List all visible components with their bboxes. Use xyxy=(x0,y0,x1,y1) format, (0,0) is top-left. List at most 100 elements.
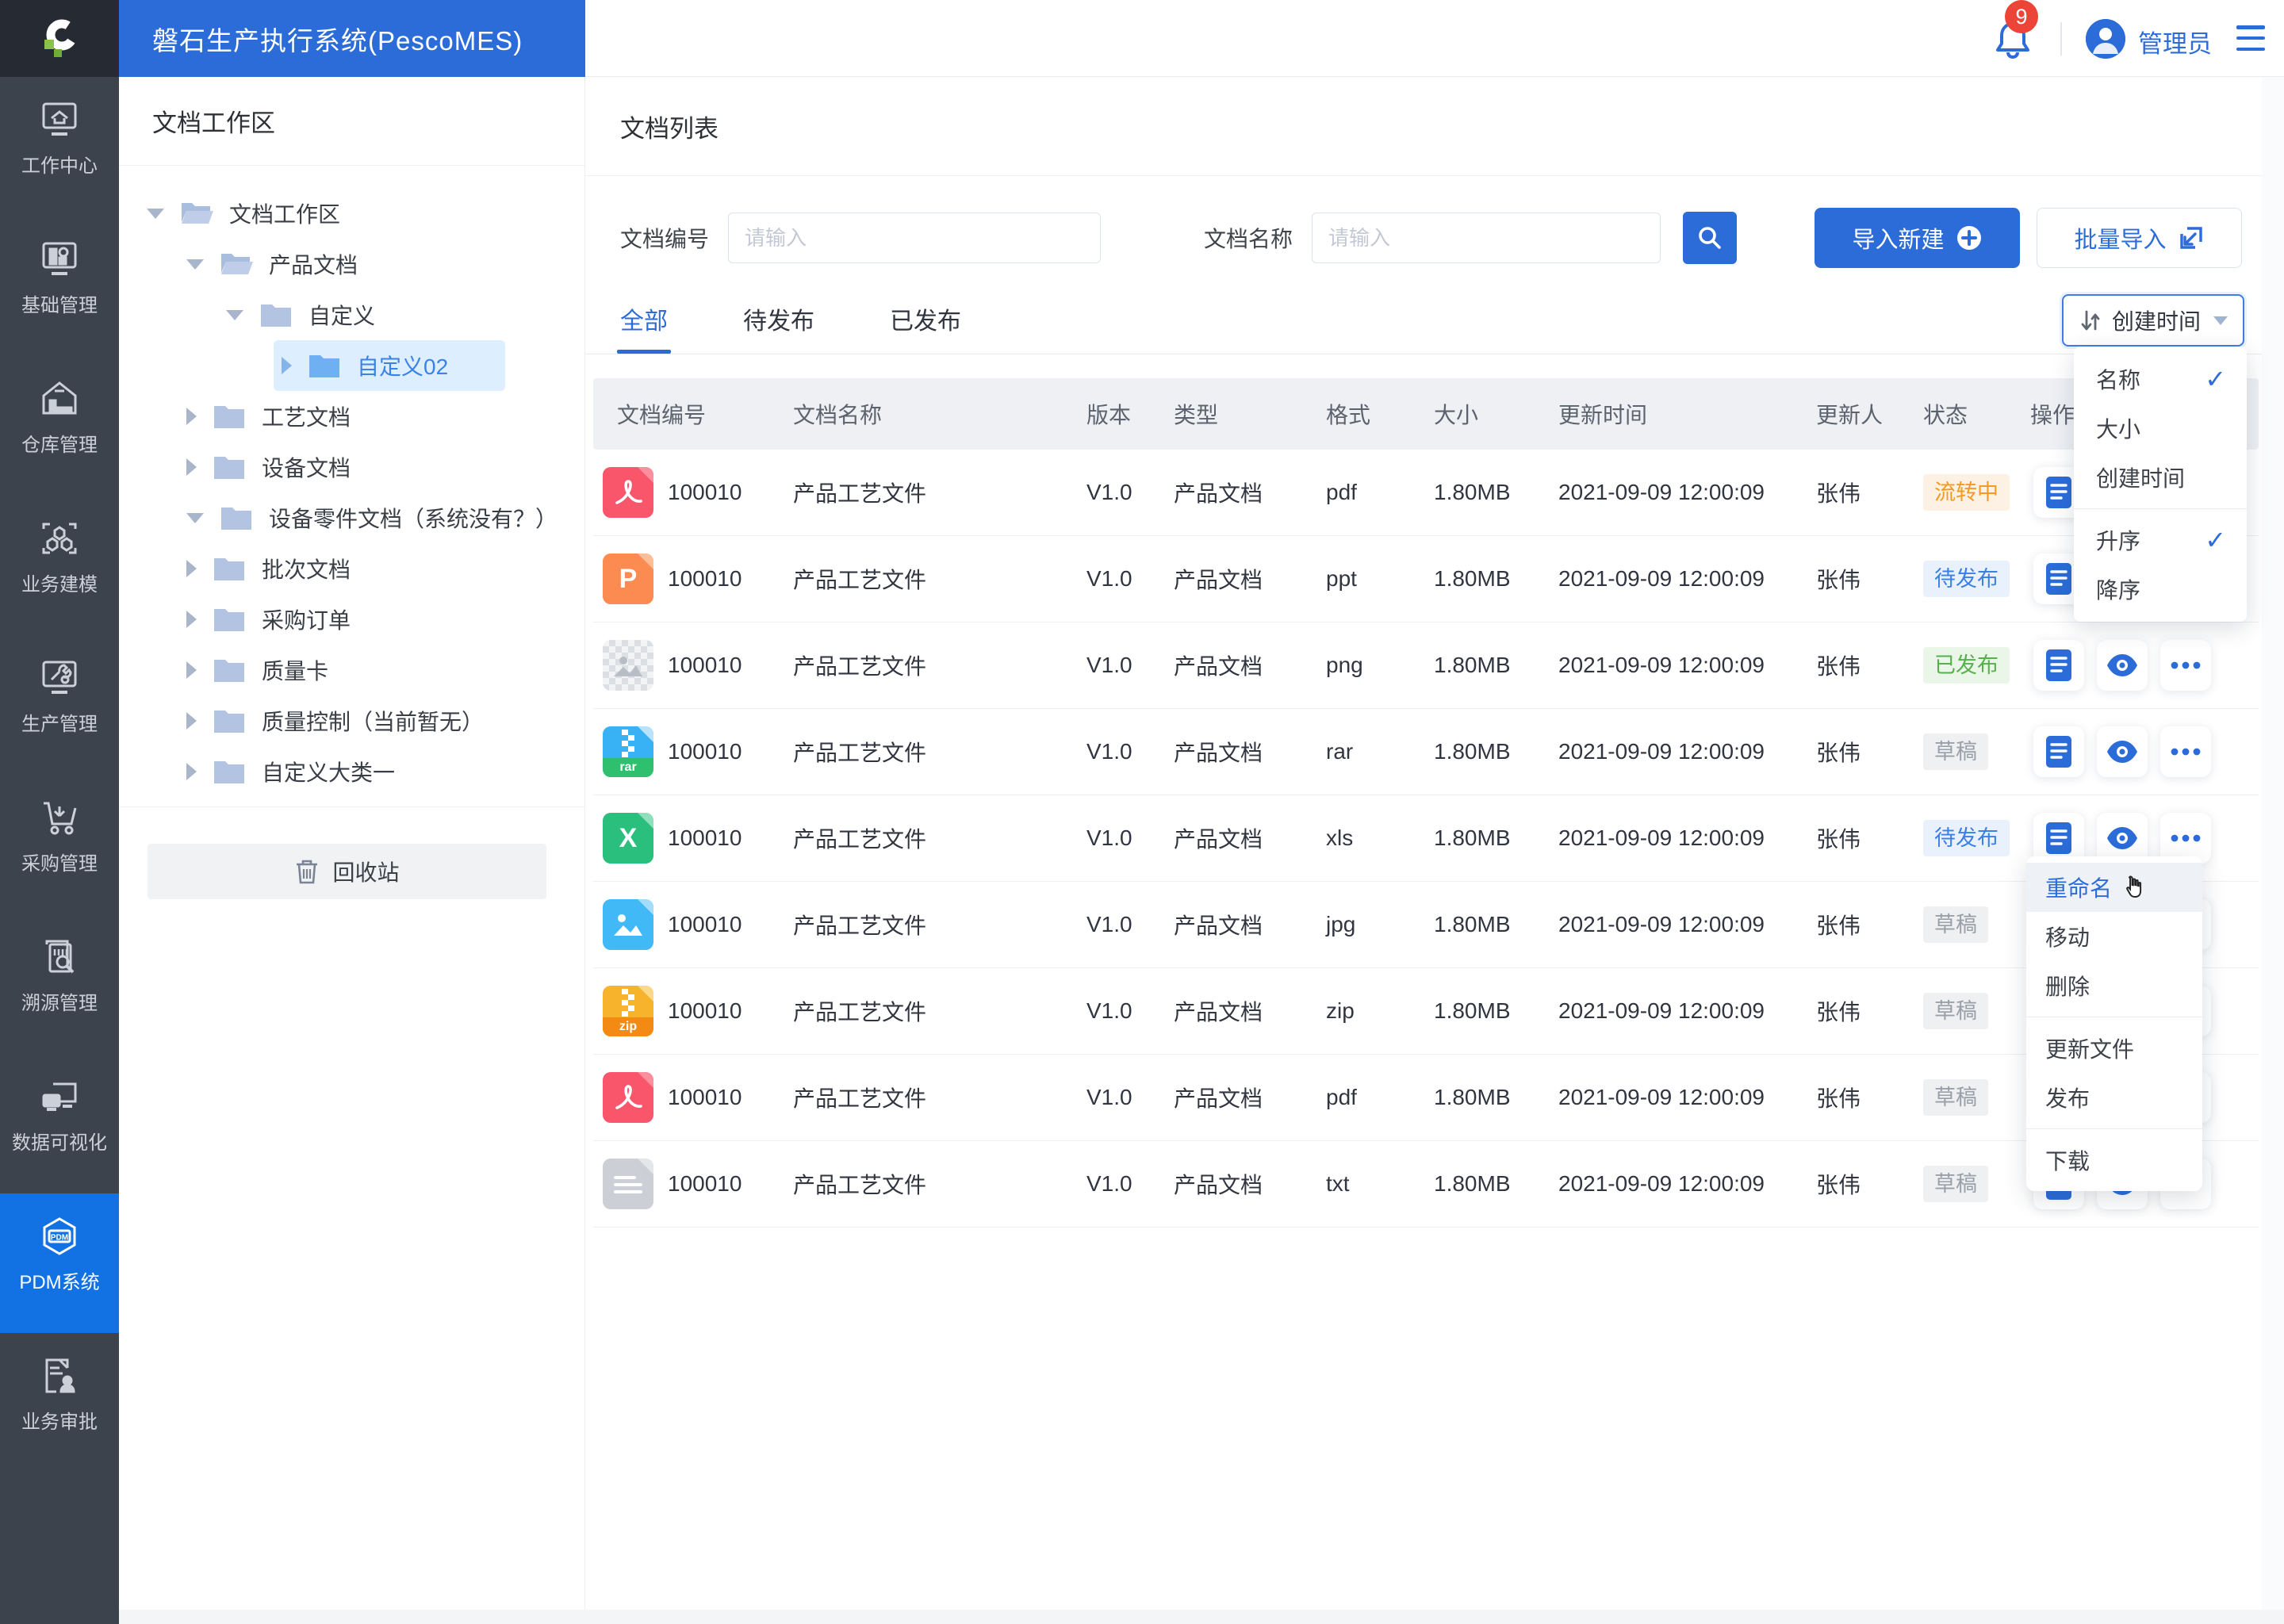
tree-item-batch-docs[interactable]: 批次文档 xyxy=(119,543,584,594)
menu-item-move[interactable]: 移动 xyxy=(2026,912,2202,961)
tree-item-process-docs[interactable]: 工艺文档 xyxy=(119,391,584,442)
tree-item-custom02[interactable]: 自定义02 xyxy=(119,340,584,391)
table-row[interactable]: zip 100010 产品工艺文件 V1.0 产品文档 zip 1.80MB 2… xyxy=(593,968,2259,1055)
table-row[interactable]: 100010 产品工艺文件 V1.0 产品文档 jpg 1.80MB 2021-… xyxy=(593,882,2259,968)
tree-item-doc-workspace[interactable]: 文档工作区 xyxy=(119,188,584,239)
rail-item-warehouse[interactable]: 仓库管理 xyxy=(0,356,119,496)
rail-item-base-management[interactable]: 基础管理 xyxy=(0,216,119,356)
tree-item-custom[interactable]: 自定义 xyxy=(119,289,584,340)
menu-item-download[interactable]: 下载 xyxy=(2026,1136,2202,1185)
rail-item-label: 数据可视化 xyxy=(12,1132,107,1154)
tree-item-equipment-docs[interactable]: 设备文档 xyxy=(119,442,584,492)
caret-right-icon[interactable] xyxy=(186,661,197,679)
sort-option-created-time[interactable]: 创建时间 xyxy=(2074,453,2247,502)
search-button[interactable] xyxy=(1683,212,1738,264)
doc-updater: 张伟 xyxy=(1816,481,1861,506)
tab-all[interactable]: 全部 xyxy=(617,293,671,354)
table-row[interactable]: 100010 产品工艺文件 V1.0 产品文档 pdf 1.80MB 2021-… xyxy=(593,1055,2259,1141)
detail-button[interactable] xyxy=(2033,726,2084,777)
png-file-icon xyxy=(603,640,653,691)
caret-right-icon[interactable] xyxy=(186,458,197,476)
more-button[interactable] xyxy=(2160,640,2211,691)
caret-right-icon[interactable] xyxy=(282,357,292,374)
avatar[interactable] xyxy=(2086,19,2125,59)
doc-version: V1.0 xyxy=(1086,653,1132,677)
tab-pending-publish[interactable]: 待发布 xyxy=(743,293,814,354)
rail-item-data-visualization[interactable]: 数据可视化 xyxy=(0,1054,119,1193)
rail-item-label: 业务建模 xyxy=(21,574,98,596)
doc-updater: 张伟 xyxy=(1816,1086,1861,1111)
rar-file-icon: rar xyxy=(603,726,653,777)
table-row[interactable]: rar 100010 产品工艺文件 V1.0 产品文档 rar 1.80MB 2… xyxy=(593,709,2259,795)
rail-item-procurement[interactable]: 采购管理 xyxy=(0,775,119,914)
business-modeling-icon xyxy=(42,523,77,554)
caret-right-icon[interactable] xyxy=(186,611,197,628)
rail-item-workcenter[interactable]: 工作中心 xyxy=(0,77,119,216)
caret-down-icon[interactable] xyxy=(226,309,243,320)
rail-item-production[interactable]: 生产管理 xyxy=(0,635,119,775)
rail-item-traceability[interactable]: 溯源管理 xyxy=(0,914,119,1054)
tree-item-quality-control[interactable]: 质量控制（当前暂无） xyxy=(119,695,584,746)
doc-version: V1.0 xyxy=(1086,566,1132,591)
horizontal-scrollbar-track[interactable] xyxy=(119,1610,2284,1624)
rail-item-label: 采购管理 xyxy=(21,853,98,875)
user-name[interactable]: 管理员 xyxy=(2138,24,2212,59)
menu-item-delete[interactable]: 删除 xyxy=(2026,961,2202,1010)
rail-item-approval[interactable]: 业务审批 xyxy=(0,1333,119,1473)
rail-item-pdm-system[interactable]: PDM PDM系统 xyxy=(0,1193,119,1333)
doc-code: 100010 xyxy=(668,1085,742,1109)
tree-item-label: 产品文档 xyxy=(269,253,358,278)
import-new-button[interactable]: 导入新建 xyxy=(1815,208,2020,268)
batch-import-button[interactable]: 批量导入 xyxy=(2037,208,2242,268)
sort-order-ascending[interactable]: 升序 ✓ xyxy=(2074,515,2247,565)
doc-type: 产品文档 xyxy=(1174,481,1263,506)
table-row[interactable]: 100010 产品工艺文件 V1.0 产品文档 pdf 1.80MB 2021-… xyxy=(593,450,2259,536)
doc-name-input[interactable] xyxy=(1312,213,1661,263)
rail-item-business-modeling[interactable]: 业务建模 xyxy=(0,496,119,635)
folder-icon xyxy=(214,761,244,783)
tree-item-equipment-parts-docs[interactable]: 设备零件文档（系统没有？） xyxy=(119,492,584,543)
table-row[interactable]: 100010 产品工艺文件 V1.0 产品文档 png 1.80MB 2021-… xyxy=(593,622,2259,709)
table-row[interactable]: X 100010 产品工艺文件 V1.0 产品文档 xls 1.80MB 202… xyxy=(593,795,2259,882)
preview-button[interactable] xyxy=(2097,640,2148,691)
menu-divider xyxy=(2026,1128,2202,1129)
workcenter-icon xyxy=(42,102,77,136)
caret-down-icon[interactable] xyxy=(186,259,204,270)
tree-divider xyxy=(119,806,584,807)
menu-item-rename[interactable]: 重命名 xyxy=(2026,863,2202,912)
caret-right-icon[interactable] xyxy=(186,763,197,780)
caret-right-icon[interactable] xyxy=(186,560,197,577)
tree-item-product-docs[interactable]: 产品文档 xyxy=(119,239,584,289)
tree-item-label: 自定义大类一 xyxy=(262,760,396,785)
preview-button[interactable] xyxy=(2097,726,2148,777)
detail-button[interactable] xyxy=(2033,640,2084,691)
sort-selector[interactable]: 创建时间 xyxy=(2062,294,2244,347)
sort-option-size[interactable]: 大小 xyxy=(2074,404,2247,453)
tree-item-quality-card[interactable]: 质量卡 xyxy=(119,645,584,695)
tree-item-custom-category-one[interactable]: 自定义大类一 xyxy=(119,746,584,797)
scrollbar-gutter[interactable] xyxy=(2262,77,2284,1624)
tree-item-purchase-orders[interactable]: 采购订单 xyxy=(119,594,584,645)
table-row[interactable]: P 100010 产品工艺文件 V1.0 产品文档 ppt 1.80MB 202… xyxy=(593,536,2259,622)
recycle-bin-button[interactable]: 回收站 xyxy=(148,844,546,899)
doc-code-label: 文档编号 xyxy=(620,227,710,251)
doc-size: 1.80MB xyxy=(1434,1085,1511,1109)
doc-format: rar xyxy=(1326,739,1354,764)
sort-option-name[interactable]: 名称 ✓ xyxy=(2074,354,2247,404)
menu-icon[interactable] xyxy=(2236,25,2265,51)
sort-order-descending[interactable]: 降序 xyxy=(2074,565,2247,614)
tab-published[interactable]: 已发布 xyxy=(890,293,961,354)
doc-updated: 2021-09-09 12:00:09 xyxy=(1558,480,1765,504)
caret-right-icon[interactable] xyxy=(186,712,197,730)
more-button[interactable] xyxy=(2160,726,2211,777)
caret-down-icon[interactable] xyxy=(147,208,164,219)
doc-code-input[interactable] xyxy=(728,213,1102,263)
trash-icon xyxy=(297,860,318,884)
menu-item-publish[interactable]: 发布 xyxy=(2026,1073,2202,1122)
menu-item-update-file[interactable]: 更新文件 xyxy=(2026,1024,2202,1073)
caret-right-icon[interactable] xyxy=(186,408,197,425)
doc-format: zip xyxy=(1326,998,1355,1023)
table-row[interactable]: 100010 产品工艺文件 V1.0 产品文档 txt 1.80MB 2021-… xyxy=(593,1141,2259,1228)
caret-down-icon[interactable] xyxy=(186,512,204,523)
hand-cursor-icon xyxy=(2126,875,2142,898)
